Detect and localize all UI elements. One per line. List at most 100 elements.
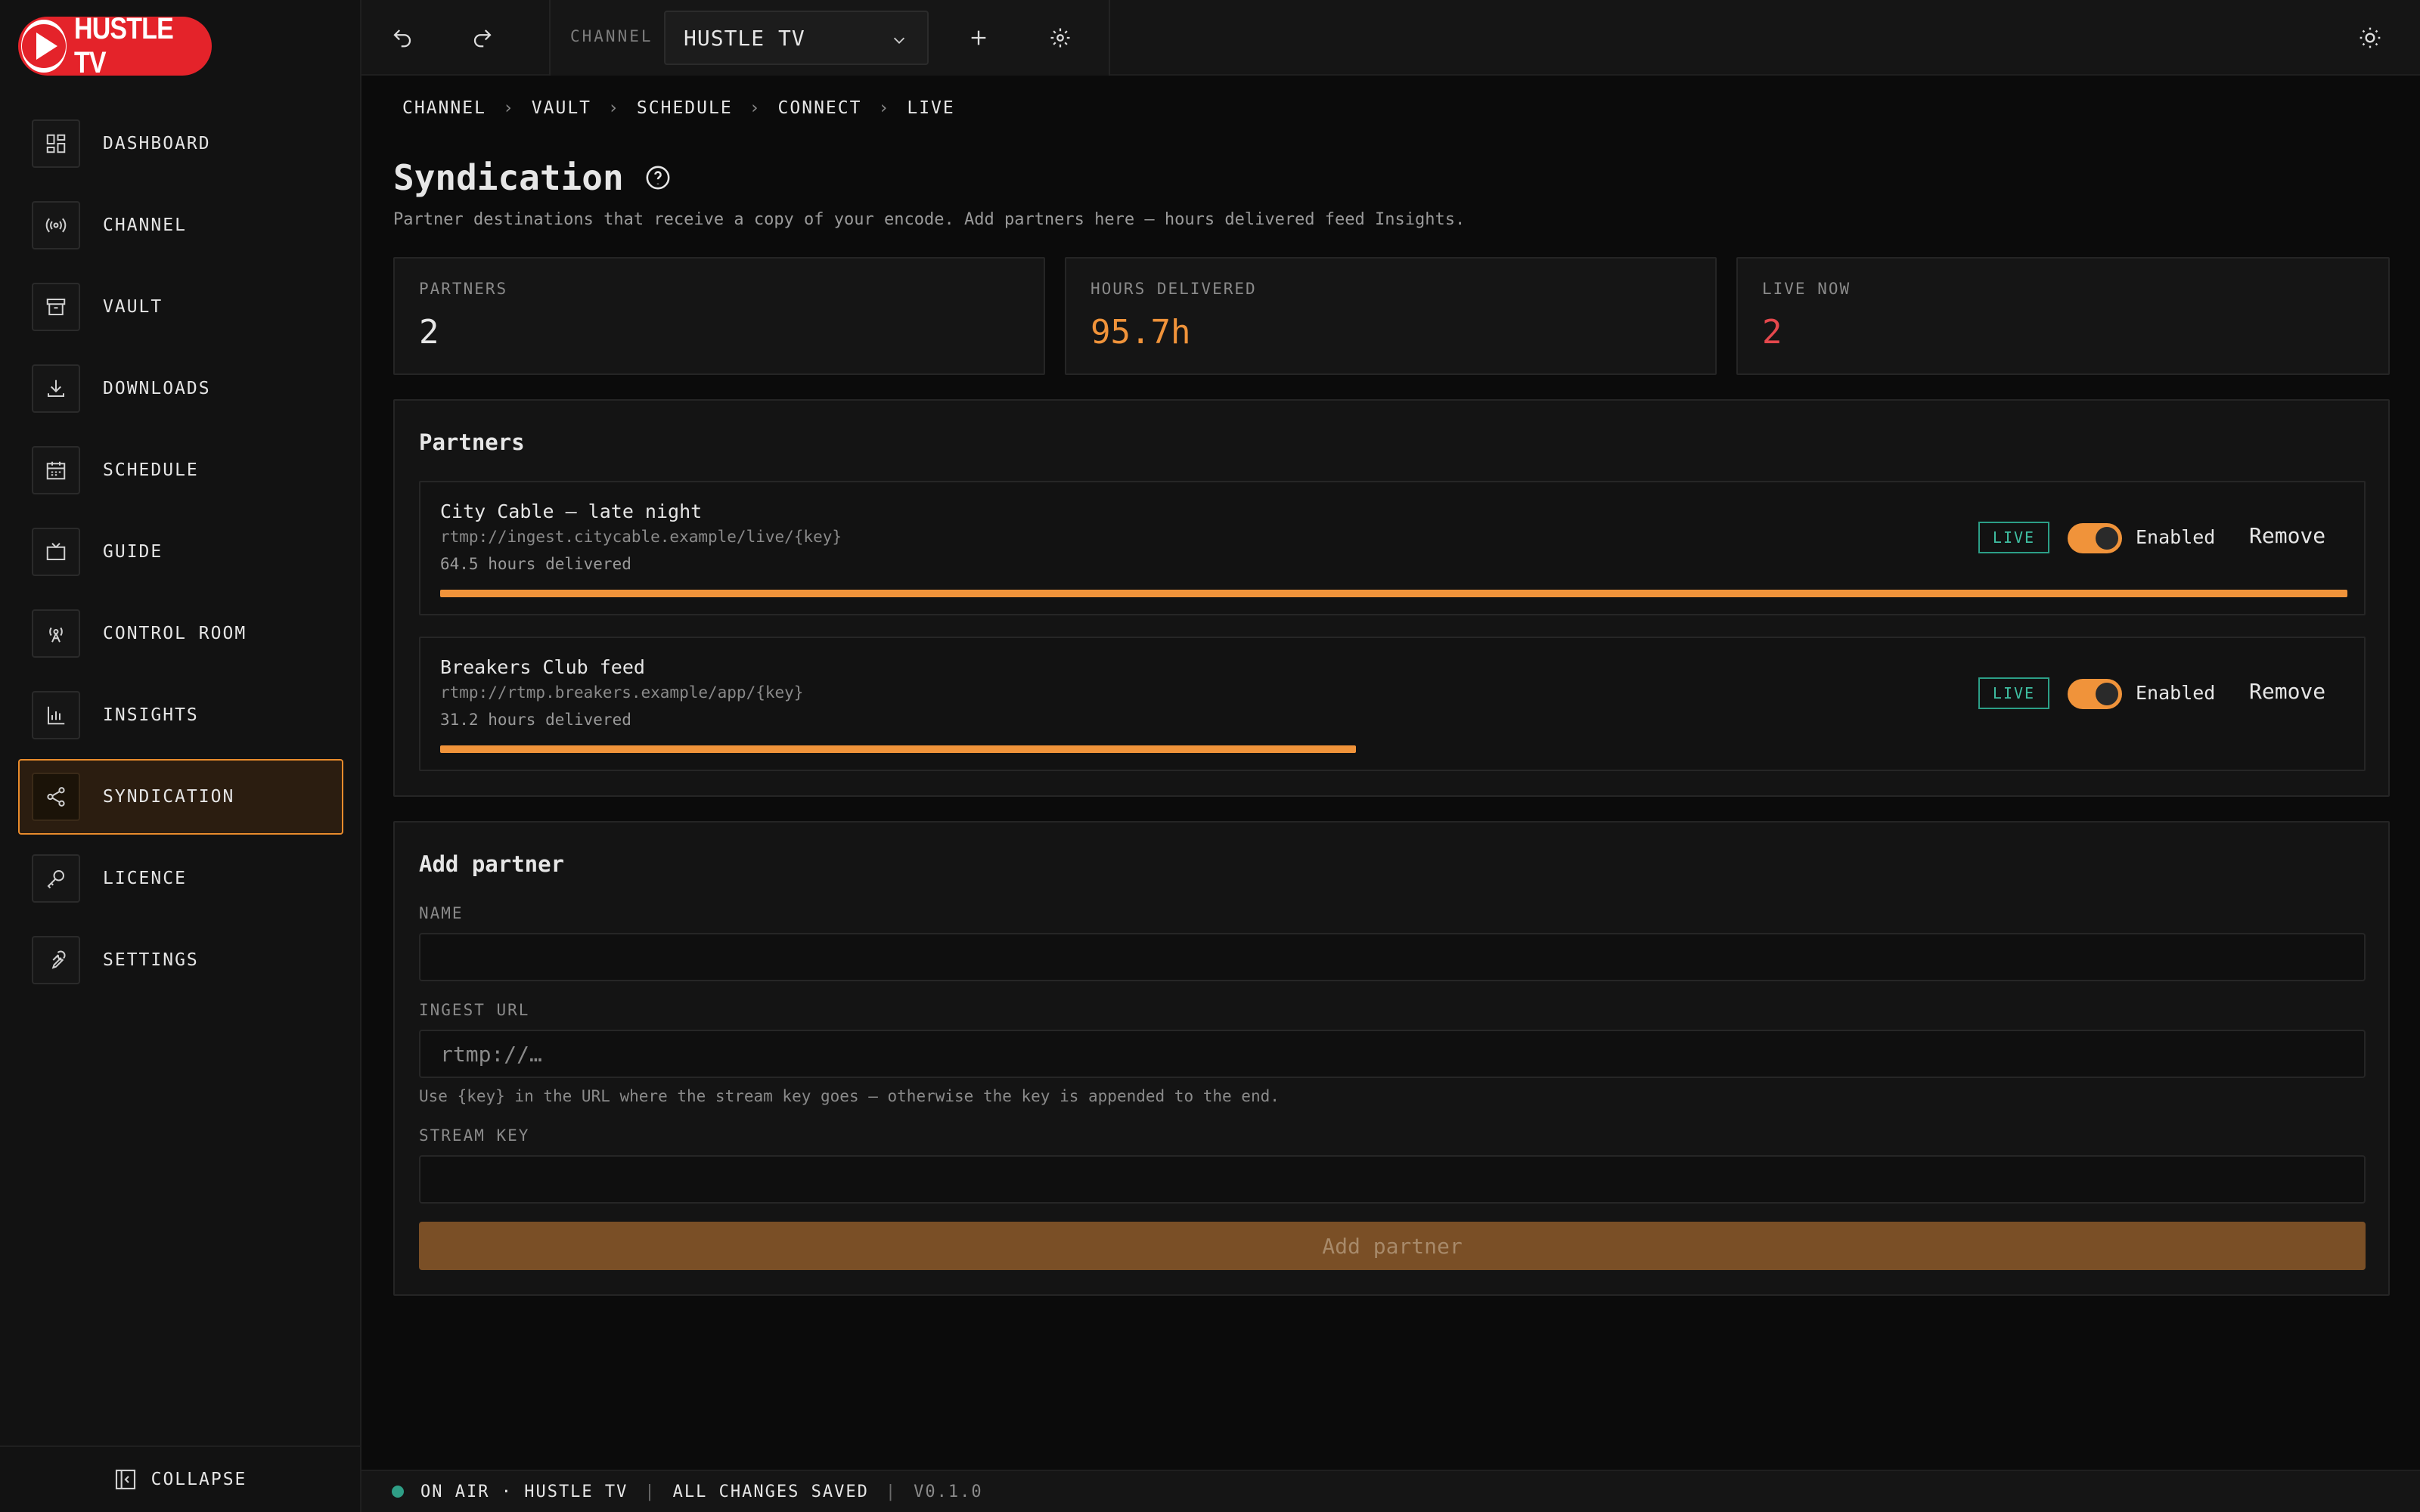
breadcrumb-schedule[interactable]: SCHEDULE: [637, 98, 733, 118]
version-label: V0.1.0: [914, 1482, 983, 1501]
collapse-button[interactable]: COLLAPSE: [0, 1445, 360, 1512]
channel-select-value: HUSTLE TV: [684, 25, 805, 51]
add-partner-panel: Add partner NAME INGEST URL Use {key} in…: [393, 821, 2390, 1296]
name-label: NAME: [419, 904, 464, 922]
theme-toggle-button[interactable]: [2350, 18, 2390, 57]
channel-select[interactable]: HUSTLE TV: [664, 11, 929, 65]
logo-text: HUSTLE TV: [73, 12, 174, 79]
undo-button[interactable]: [383, 18, 422, 57]
remove-partner-button[interactable]: Remove: [2249, 679, 2325, 704]
stat-value: 95.7h: [1091, 313, 1191, 352]
play-logo-icon: [21, 20, 67, 73]
partner-progress-fill: [440, 590, 2347, 597]
sidebar-item-label: GUIDE: [103, 542, 163, 562]
app-logo[interactable]: HUSTLE TV: [18, 12, 212, 79]
enabled-label: Enabled: [2136, 682, 2216, 704]
status-separator: |: [644, 1482, 656, 1501]
tv-icon: [32, 528, 80, 576]
partner-progress-fill: [440, 745, 1356, 753]
sidebar-item-label: SETTINGS: [103, 950, 199, 970]
sun-icon: [2360, 27, 2381, 48]
wrench-icon: [32, 936, 80, 984]
sidebar-nav: DASHBOARD CHANNEL VAULT DOWNLOADS SCHEDU…: [18, 106, 343, 1004]
collapse-label: COLLAPSE: [150, 1470, 247, 1489]
sidebar-item-dashboard[interactable]: DASHBOARD: [18, 106, 343, 181]
partner-hours: 31.2 hours delivered: [440, 711, 631, 729]
breadcrumb-separator: ›: [608, 98, 620, 118]
status-bar: ON AIR · HUSTLE TV | ALL CHANGES SAVED |…: [361, 1470, 2420, 1512]
ingest-url-input[interactable]: [419, 1030, 2366, 1078]
partner-progress-bar: [440, 590, 2347, 597]
stat-value: 2: [419, 313, 439, 352]
sidebar-item-label: DASHBOARD: [103, 134, 211, 153]
status-separator: |: [885, 1482, 898, 1501]
sidebar-item-label: CHANNEL: [103, 215, 187, 235]
main-content: CHANNEL › VAULT › SCHEDULE › CONNECT › L…: [361, 76, 2420, 1470]
page-title: Syndication: [393, 157, 671, 198]
add-partner-button[interactable]: Add partner: [419, 1222, 2366, 1270]
on-air-indicator: [392, 1486, 404, 1498]
partner-name: Breakers Club feed: [440, 656, 645, 678]
sidebar-item-label: VAULT: [103, 297, 163, 317]
stat-value: 2: [1762, 313, 1782, 352]
gear-icon: [1050, 28, 1070, 48]
breadcrumb-vault[interactable]: VAULT: [532, 98, 591, 118]
stat-label: LIVE NOW: [1762, 280, 1851, 298]
undo-icon: [393, 29, 411, 48]
stat-card-partners: PARTNERS 2: [393, 257, 1045, 375]
partner-url: rtmp://ingest.citycable.example/live/{ke…: [440, 528, 842, 546]
stat-label: HOURS DELIVERED: [1091, 280, 1257, 298]
chevron-down-icon: [893, 37, 905, 44]
channel-settings-button[interactable]: [1041, 18, 1080, 57]
sidebar-item-settings[interactable]: SETTINGS: [18, 922, 343, 998]
sidebar-item-label: LICENCE: [103, 869, 187, 888]
sidebar-item-label: INSIGHTS: [103, 705, 199, 725]
stream-key-input[interactable]: [419, 1155, 2366, 1204]
bar-chart-icon: [32, 691, 80, 739]
sidebar-item-channel[interactable]: CHANNEL: [18, 187, 343, 263]
sidebar-item-label: DOWNLOADS: [103, 379, 211, 398]
enabled-toggle[interactable]: [2068, 523, 2122, 553]
stream-key-label: STREAM KEY: [419, 1126, 530, 1145]
name-input[interactable]: [419, 933, 2366, 981]
live-badge: LIVE: [1978, 677, 2049, 709]
stat-label: PARTNERS: [419, 280, 508, 298]
breadcrumb-separator: ›: [502, 98, 515, 118]
dashboard-icon: [32, 119, 80, 168]
breadcrumb-channel[interactable]: CHANNEL: [402, 98, 486, 118]
channel-label: CHANNEL: [570, 27, 653, 45]
breadcrumb-separator: ›: [749, 98, 762, 118]
sidebar-item-vault[interactable]: VAULT: [18, 269, 343, 345]
live-badge: LIVE: [1978, 522, 2049, 553]
stat-card-hours-delivered: HOURS DELIVERED 95.7h: [1065, 257, 1717, 375]
sidebar-item-schedule[interactable]: SCHEDULE: [18, 432, 343, 508]
sidebar-item-control-room[interactable]: CONTROL ROOM: [18, 596, 343, 671]
on-air-status: ON AIR · HUSTLE TV: [420, 1482, 628, 1501]
remove-partner-button[interactable]: Remove: [2249, 523, 2325, 548]
save-status: ALL CHANGES SAVED: [672, 1482, 869, 1501]
sidebar-item-label: SYNDICATION: [103, 787, 235, 807]
partners-panel: Partners City Cable — late night rtmp://…: [393, 399, 2390, 797]
toggle-knob: [2096, 527, 2118, 550]
add-channel-button[interactable]: [959, 18, 998, 57]
help-icon[interactable]: [645, 165, 671, 191]
archive-icon: [32, 283, 80, 331]
key-icon: [32, 854, 80, 903]
topbar: CHANNEL HUSTLE TV: [361, 0, 2420, 76]
sidebar-item-syndication[interactable]: SYNDICATION: [18, 759, 343, 835]
plus-icon: [971, 30, 986, 45]
calendar-icon: [32, 446, 80, 494]
page-title-text: Syndication: [393, 157, 624, 198]
breadcrumb-separator: ›: [878, 98, 891, 118]
breadcrumb-live[interactable]: LIVE: [907, 98, 954, 118]
enabled-toggle[interactable]: [2068, 679, 2122, 709]
sidebar-item-insights[interactable]: INSIGHTS: [18, 677, 343, 753]
sidebar-item-guide[interactable]: GUIDE: [18, 514, 343, 590]
sidebar-item-downloads[interactable]: DOWNLOADS: [18, 351, 343, 426]
redo-icon: [473, 29, 492, 48]
breadcrumb-connect[interactable]: CONNECT: [778, 98, 862, 118]
sidebar-item-licence[interactable]: LICENCE: [18, 841, 343, 916]
sidebar: HUSTLE TV DASHBOARD CHANNEL VAULT DOWNLO…: [0, 0, 361, 1512]
redo-button[interactable]: [463, 18, 502, 57]
sidebar-item-label: SCHEDULE: [103, 460, 199, 480]
